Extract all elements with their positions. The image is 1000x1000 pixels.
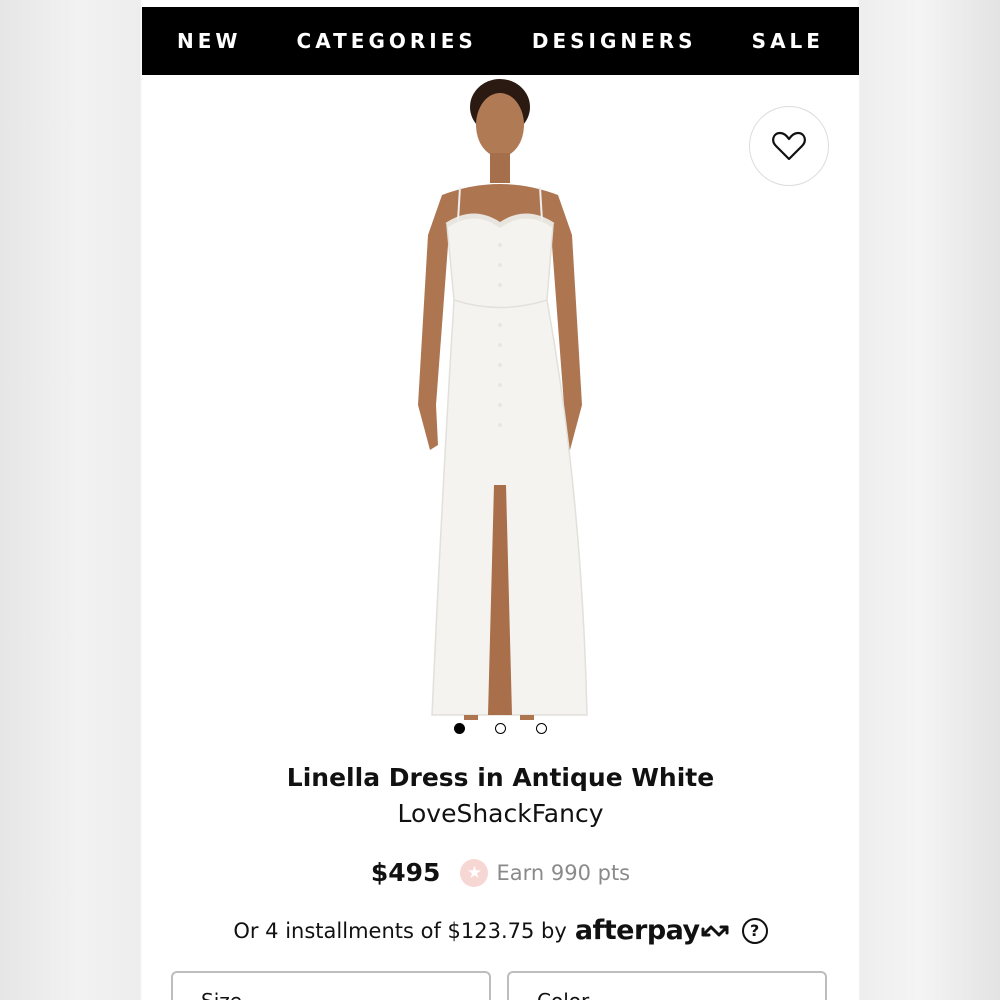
nav-item-new[interactable]: NEW — [177, 29, 241, 53]
color-select-label: Color — [537, 989, 589, 1000]
carousel-dot-1[interactable] — [454, 723, 465, 734]
installments-row: Or 4 installments of $123.75 by afterpay… — [142, 915, 859, 946]
afterpay-arrows-icon — [701, 925, 729, 936]
product-photo — [142, 75, 859, 720]
nav-item-designers[interactable]: DESIGNERS — [532, 29, 697, 53]
product-title: Linella Dress in Antique White — [286, 763, 715, 792]
price-row: $495 ★ Earn 990 pts — [142, 858, 859, 887]
carousel-dots — [142, 723, 859, 737]
color-select[interactable]: Color — [507, 971, 827, 1000]
heart-outline-icon — [772, 131, 806, 161]
installments-text: Or 4 installments of $123.75 by — [233, 918, 567, 943]
product-brand[interactable]: LoveShackFancy — [142, 799, 859, 828]
points-label: Earn 990 pts — [496, 860, 631, 885]
afterpay-logo: afterpay — [575, 915, 734, 946]
rewards-points: ★ Earn 990 pts — [460, 858, 631, 887]
product-price: $495 — [370, 858, 441, 887]
afterpay-wordmark: afterpay — [574, 915, 700, 946]
size-select-label: Size — [201, 989, 242, 1000]
top-nav: NEW CATEGORIES DESIGNERS SALE — [142, 7, 859, 75]
carousel-dot-3[interactable] — [536, 723, 547, 734]
question-circle-icon[interactable]: ? — [741, 917, 768, 944]
size-select[interactable]: Size — [171, 971, 491, 1000]
nav-item-categories[interactable]: CATEGORIES — [297, 29, 477, 53]
product-image-carousel[interactable] — [142, 75, 859, 720]
carousel-dot-2[interactable] — [495, 723, 506, 734]
product-page: NEW CATEGORIES DESIGNERS SALE Linella Dr… — [142, 7, 859, 1000]
nav-item-sale[interactable]: SALE — [752, 29, 824, 53]
option-selects: Size Color — [171, 971, 827, 1000]
star-icon: ★ — [460, 858, 489, 887]
wishlist-button[interactable] — [749, 106, 829, 186]
